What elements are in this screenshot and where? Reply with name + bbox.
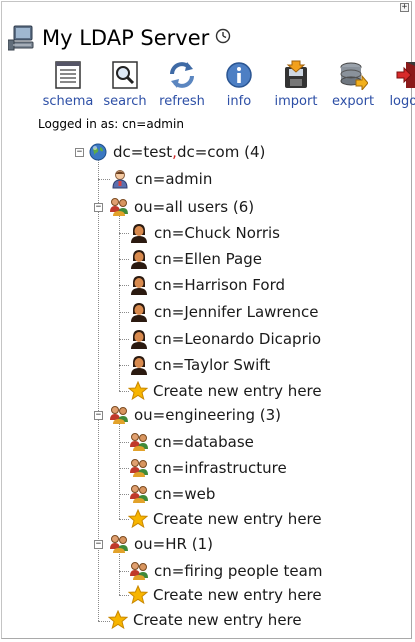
create-entry-label: Create new entry here <box>133 611 302 629</box>
create-entry-engineering[interactable]: Create new entry here <box>127 508 322 530</box>
tree-line <box>119 571 129 572</box>
ou-label: ou=HR (1) <box>134 535 213 553</box>
tree-ou-all-users[interactable]: ou=all users (6) <box>109 196 254 218</box>
import-icon <box>281 60 311 90</box>
create-entry-all-users[interactable]: Create new entry here <box>127 380 322 402</box>
group-icon <box>109 405 129 425</box>
ou-label: ou=all users (6) <box>134 198 255 216</box>
entry-label: cn=Chuck Norris <box>154 224 280 242</box>
refresh-icon <box>167 60 197 90</box>
logout-icon <box>395 60 415 90</box>
server-title: My LDAP Server <box>7 22 231 54</box>
person-icon <box>129 329 149 349</box>
tree-line <box>119 339 129 340</box>
entry-label: cn=Leonardo Dicaprio <box>154 330 322 348</box>
tree-line <box>98 158 99 621</box>
group-icon <box>129 432 149 452</box>
create-entry-label: Create new entry here <box>153 382 322 400</box>
root-child-count: (4) <box>244 143 266 161</box>
root-dn-part2: dc=com <box>176 143 240 161</box>
tree-line <box>119 551 120 595</box>
tree-line <box>119 494 129 495</box>
entry-label: cn=Ellen Page <box>154 250 262 268</box>
group-icon <box>129 561 149 581</box>
tree-entry-user[interactable]: cn=Harrison Ford <box>129 274 285 296</box>
person-icon <box>129 302 149 322</box>
tree-entry-user[interactable]: cn=Leonardo Dicaprio <box>129 328 321 350</box>
tree-entry-user[interactable]: cn=Chuck Norris <box>129 222 280 244</box>
person-icon <box>129 355 149 375</box>
logout-button[interactable]: logout <box>380 58 415 114</box>
clock-icon[interactable] <box>215 28 231 48</box>
group-icon <box>109 534 129 554</box>
tree-entry-group[interactable]: cn=web <box>129 483 215 505</box>
collapse-all-users-toggle[interactable]: − <box>94 203 103 212</box>
tree-entry-user[interactable]: cn=Jennifer Lawrence <box>129 301 318 323</box>
create-entry-label: Create new entry here <box>153 510 322 528</box>
logout-label: logout <box>389 94 415 109</box>
person-icon <box>129 223 149 243</box>
tree-ou-engineering[interactable]: ou=engineering (3) <box>109 404 281 426</box>
globe-icon <box>89 143 107 161</box>
star-icon <box>127 584 149 605</box>
schema-icon <box>53 60 83 90</box>
tree-line <box>119 422 120 519</box>
person-icon <box>129 249 149 269</box>
entry-label: cn=infrastructure <box>154 459 287 477</box>
tree-entry-user[interactable]: cn=Ellen Page <box>129 248 262 270</box>
collapse-engineering-toggle[interactable]: − <box>94 411 103 420</box>
admin-user-icon <box>110 169 130 189</box>
tree-line <box>119 468 129 469</box>
tree-entry-user[interactable]: cn=Taylor Swift <box>129 354 270 376</box>
tree-ou-hr[interactable]: ou=HR (1) <box>109 533 213 555</box>
search-icon <box>110 60 140 90</box>
server-computer-icon <box>7 24 36 52</box>
tree-entry-group[interactable]: cn=database <box>129 431 254 453</box>
group-icon <box>129 484 149 504</box>
tree-root-node[interactable]: dc=test,dc=com (4) <box>89 141 265 163</box>
root-dn-part1: dc=test <box>113 143 173 161</box>
expand-panel-button[interactable]: + <box>400 3 409 12</box>
group-icon <box>129 458 149 478</box>
tree-line <box>98 179 110 180</box>
tree-entry-admin[interactable]: cn=admin <box>110 168 212 190</box>
star-icon <box>127 508 149 529</box>
tree-entry-group[interactable]: cn=firing people team <box>129 560 322 582</box>
entry-label: cn=web <box>154 485 216 503</box>
server-name[interactable]: My LDAP Server <box>42 26 209 50</box>
tree-line <box>119 259 129 260</box>
collapse-hr-toggle[interactable]: − <box>94 540 103 549</box>
tree-line <box>119 312 129 313</box>
logged-in-status: Logged in as: cn=admin <box>38 117 184 131</box>
star-icon <box>127 380 149 401</box>
create-entry-root[interactable]: Create new entry here <box>107 609 302 631</box>
tree-line <box>119 442 129 443</box>
export-icon <box>338 60 369 92</box>
entry-label: cn=admin <box>135 170 213 188</box>
entry-label: cn=Jennifer Lawrence <box>154 303 319 321</box>
info-icon <box>224 60 254 90</box>
person-icon <box>129 275 149 295</box>
entry-label: cn=database <box>154 433 254 451</box>
collapse-root-toggle[interactable]: − <box>75 148 84 157</box>
star-icon <box>107 609 129 630</box>
tree-line <box>119 365 129 366</box>
tree-line <box>119 285 129 286</box>
entry-label: cn=Harrison Ford <box>154 276 285 294</box>
create-entry-hr[interactable]: Create new entry here <box>127 584 322 606</box>
group-icon <box>109 197 129 217</box>
tree-entry-group[interactable]: cn=infrastructure <box>129 457 287 479</box>
tree-line <box>119 233 129 234</box>
create-entry-label: Create new entry here <box>153 586 322 604</box>
entry-label: cn=firing people team <box>154 562 323 580</box>
entry-label: cn=Taylor Swift <box>154 356 271 374</box>
ou-label: ou=engineering (3) <box>134 406 282 424</box>
